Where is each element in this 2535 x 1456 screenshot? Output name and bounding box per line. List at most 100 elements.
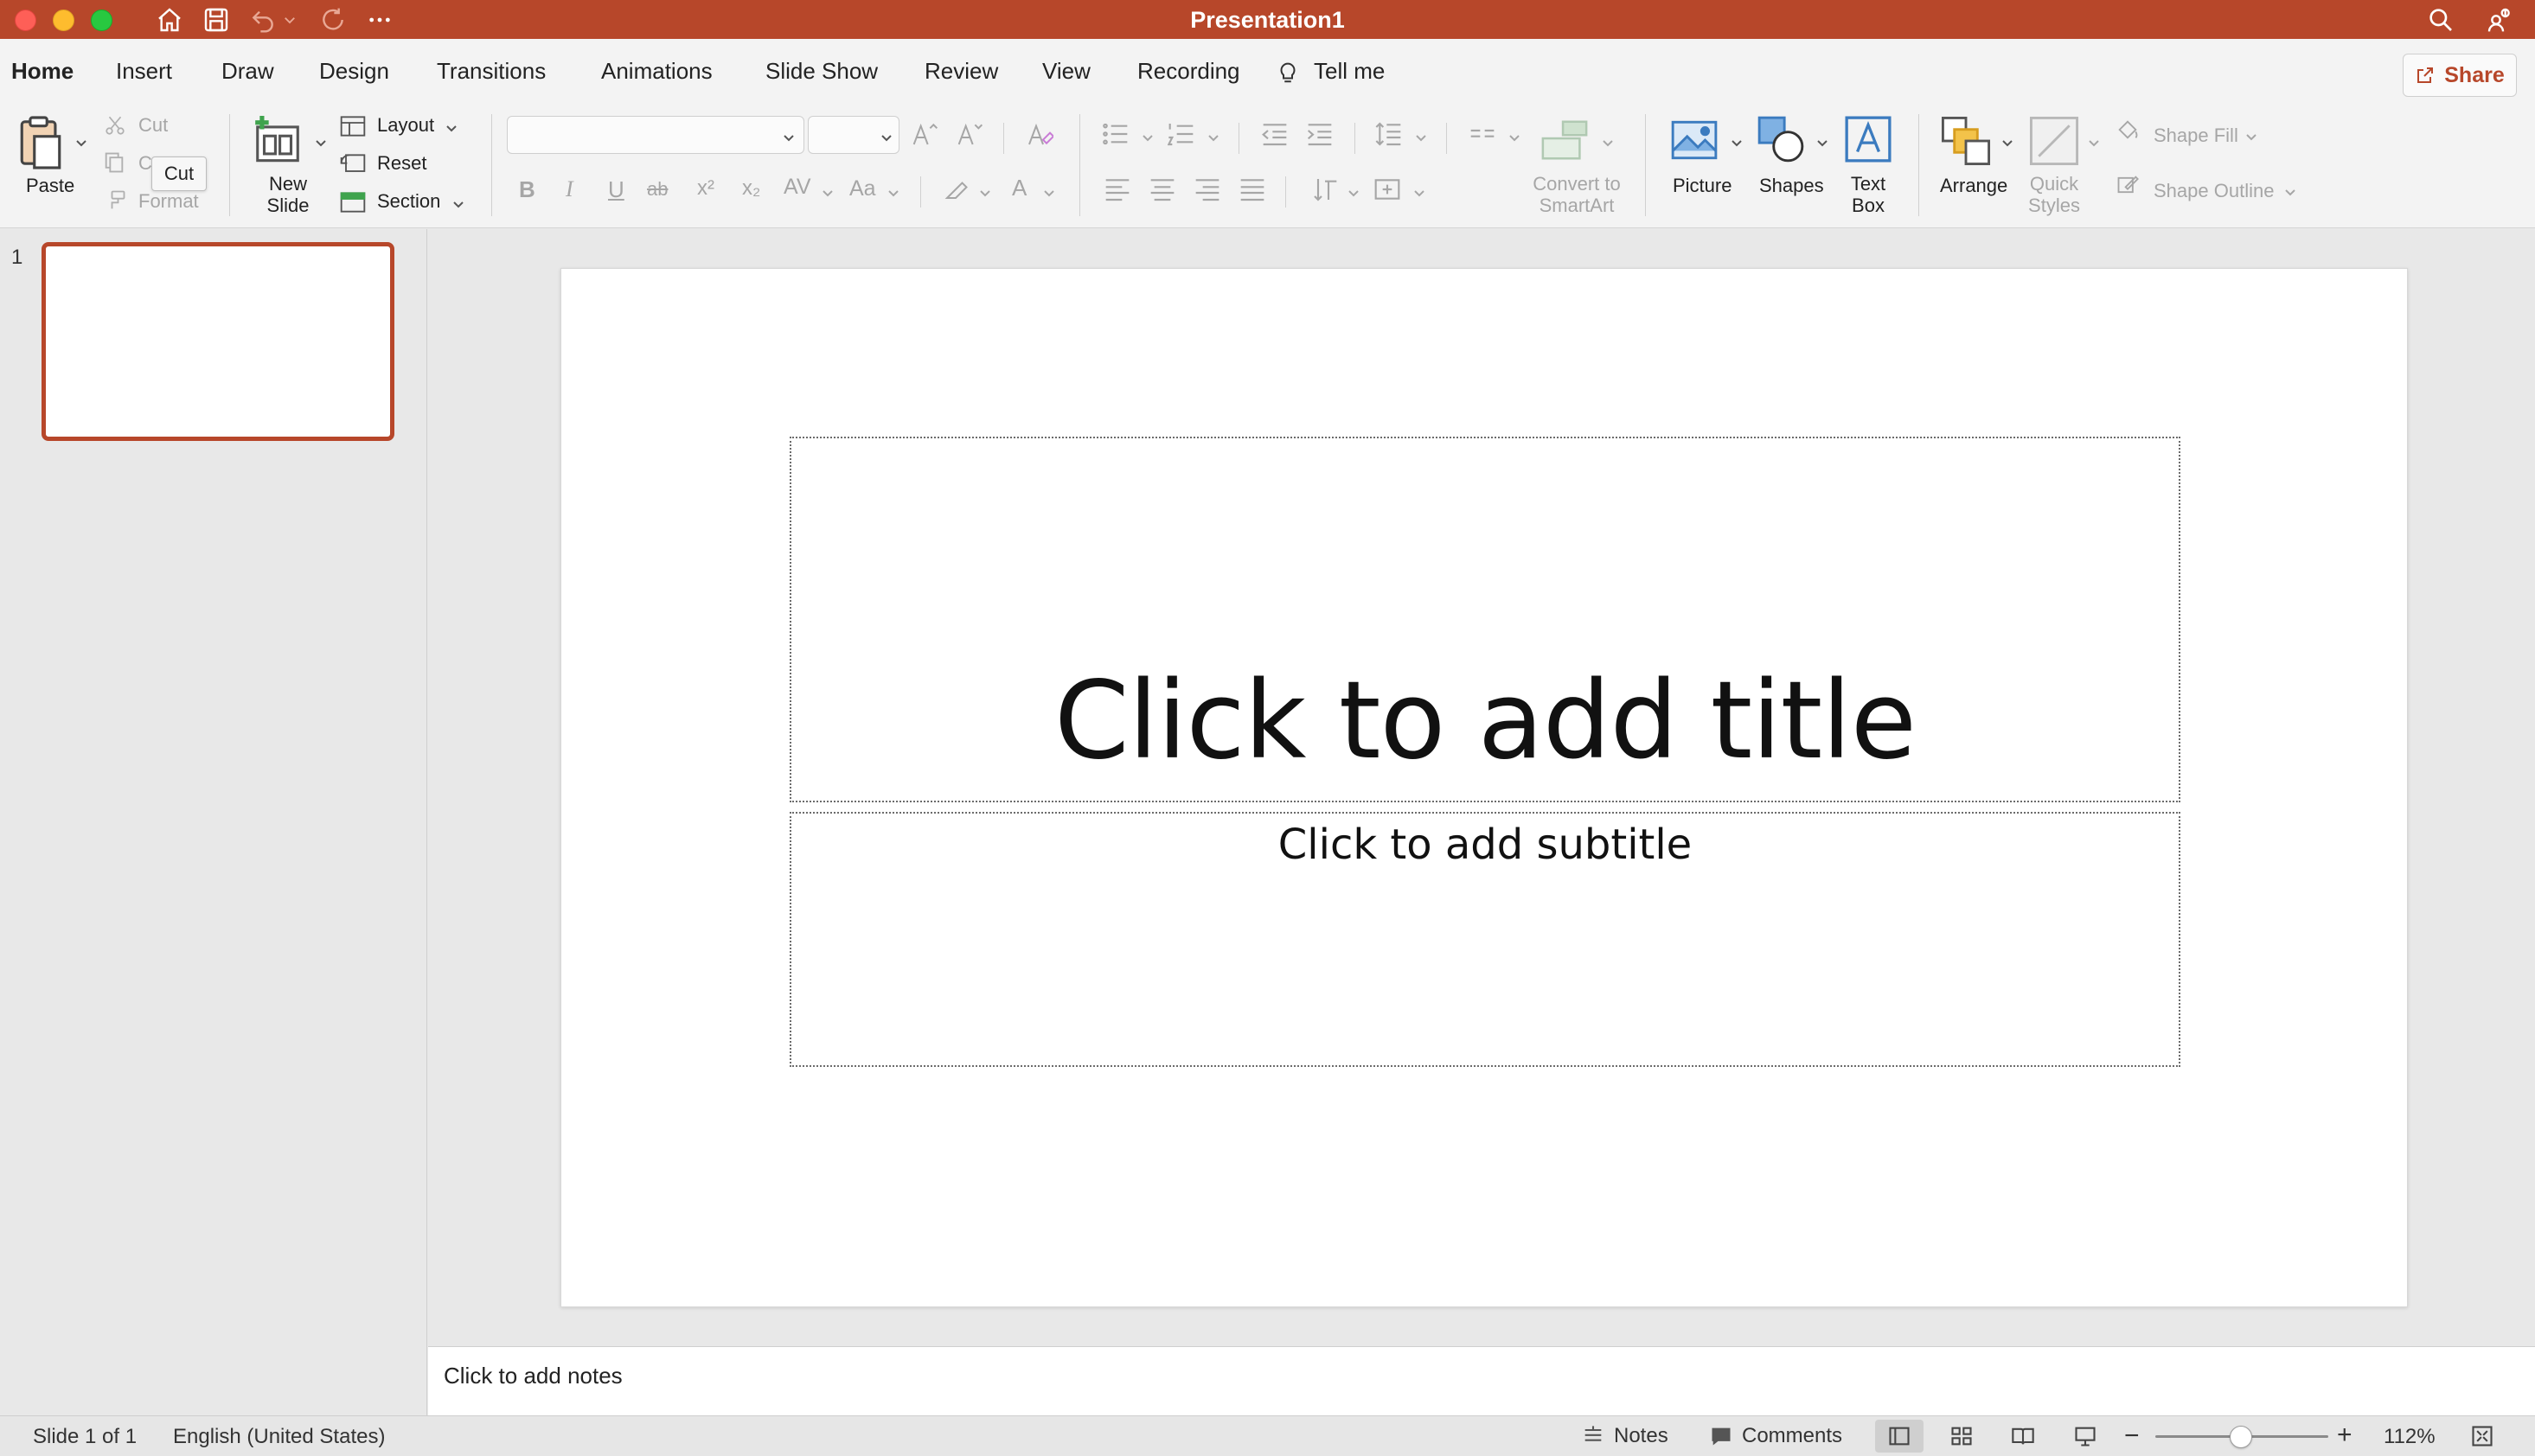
align-left-icon[interactable] (1104, 176, 1131, 202)
tell-me-search[interactable]: Tell me (1314, 58, 1385, 85)
format-painter-label[interactable]: Format (138, 190, 199, 213)
copy-icon[interactable] (102, 150, 126, 175)
change-case-button[interactable]: Aa (849, 176, 876, 201)
slide-show-view-button[interactable] (2061, 1420, 2109, 1453)
arrange-dropdown-icon[interactable] (2001, 137, 2013, 147)
shapes-icon[interactable] (1756, 114, 1806, 164)
bullets-icon[interactable] (1102, 121, 1130, 147)
share-button[interactable]: Share (2403, 54, 2517, 97)
arrange-label[interactable]: Arrange (1940, 175, 2007, 197)
columns-icon[interactable] (1469, 121, 1496, 147)
columns-dropdown-icon[interactable] (1508, 131, 1520, 142)
font-name-combo[interactable] (507, 116, 804, 154)
paste-label[interactable]: Paste (26, 175, 74, 197)
search-icon[interactable] (2425, 4, 2456, 35)
zoom-slider-handle[interactable] (2230, 1426, 2252, 1448)
language-status[interactable]: English (United States) (173, 1425, 385, 1449)
account-icon[interactable] (2484, 4, 2515, 35)
text-box-label[interactable]: Text Box (1839, 173, 1898, 216)
section-icon[interactable] (339, 190, 367, 214)
text-box-icon[interactable] (1842, 114, 1894, 164)
subtitle-placeholder[interactable]: Click to add subtitle (790, 812, 2180, 1067)
picture-dropdown-icon[interactable] (1731, 137, 1743, 147)
highlight-icon[interactable] (943, 176, 969, 202)
superscript-button[interactable]: x² (697, 176, 714, 201)
section-label[interactable]: Section (377, 190, 440, 213)
smartart-dropdown-icon[interactable] (1602, 137, 1614, 147)
font-name-dropdown-icon[interactable] (783, 131, 795, 142)
line-spacing-icon[interactable] (1375, 121, 1403, 147)
arrange-icon[interactable] (1939, 114, 1993, 168)
shape-fill-label[interactable]: Shape Fill (2154, 125, 2238, 147)
convert-to-smartart-label[interactable]: Convert to SmartArt (1520, 173, 1633, 216)
clear-formatting-icon[interactable] (1026, 121, 1053, 147)
new-slide-icon[interactable] (251, 116, 304, 169)
save-icon[interactable] (201, 4, 232, 35)
font-color-button[interactable]: A (1012, 175, 1027, 201)
copy-label[interactable]: C (138, 152, 152, 175)
increase-indent-icon[interactable] (1306, 121, 1334, 147)
section-dropdown-icon[interactable] (452, 198, 464, 208)
scissors-icon[interactable] (104, 113, 126, 137)
cut-label[interactable]: Cut (138, 114, 168, 137)
shape-outline-dropdown-icon[interactable] (2284, 186, 2296, 196)
tab-recording[interactable]: Recording (1137, 58, 1240, 85)
decrease-font-icon[interactable] (957, 121, 984, 147)
undo-dropdown-icon[interactable] (282, 4, 298, 35)
notes-pane[interactable]: Click to add notes (428, 1346, 2535, 1415)
layout-dropdown-icon[interactable] (445, 122, 458, 132)
notes-toggle-button[interactable]: Notes (1581, 1421, 1668, 1451)
align-text-icon[interactable] (1373, 176, 1401, 202)
shapes-label[interactable]: Shapes (1759, 175, 1824, 197)
decrease-indent-icon[interactable] (1261, 121, 1289, 147)
bullets-dropdown-icon[interactable] (1142, 131, 1154, 142)
numbering-dropdown-icon[interactable] (1207, 131, 1219, 142)
new-slide-dropdown-icon[interactable] (315, 137, 327, 147)
paste-dropdown-icon[interactable] (75, 137, 87, 147)
zoom-level[interactable]: 112% (2384, 1425, 2436, 1449)
text-direction-icon[interactable] (1311, 176, 1339, 202)
align-text-dropdown-icon[interactable] (1413, 187, 1425, 197)
tab-home[interactable]: Home (11, 58, 74, 85)
text-direction-dropdown-icon[interactable] (1348, 187, 1360, 197)
undo-icon[interactable] (247, 4, 278, 35)
underline-button[interactable]: U (608, 176, 624, 203)
tab-insert[interactable]: Insert (116, 58, 172, 85)
tab-animations[interactable]: Animations (601, 58, 713, 85)
comments-toggle-button[interactable]: Comments (1709, 1421, 1842, 1451)
slide[interactable]: Click to add title Click to add subtitle (560, 268, 2408, 1307)
increase-font-icon[interactable] (912, 121, 939, 147)
zoom-out-icon[interactable]: − (2124, 1421, 2140, 1451)
layout-icon[interactable] (339, 114, 367, 138)
highlight-dropdown-icon[interactable] (979, 187, 991, 197)
change-case-dropdown-icon[interactable] (887, 187, 899, 197)
picture-label[interactable]: Picture (1673, 175, 1732, 197)
font-size-dropdown-icon[interactable] (880, 131, 893, 142)
quick-styles-dropdown-icon[interactable] (2088, 137, 2100, 147)
title-placeholder[interactable]: Click to add title (790, 437, 2180, 802)
more-options-icon[interactable] (364, 4, 395, 35)
character-spacing-button[interactable]: AV (784, 175, 811, 200)
shape-outline-icon[interactable] (2116, 173, 2140, 197)
new-slide-label[interactable]: New Slide (259, 173, 317, 216)
numbering-icon[interactable] (1168, 121, 1195, 147)
slide-sorter-view-button[interactable] (1937, 1420, 1986, 1453)
fit-to-window-button[interactable] (2465, 1420, 2500, 1453)
quick-styles-label[interactable]: Quick Styles (2024, 173, 2084, 216)
strikethrough-button[interactable]: ab (647, 178, 668, 201)
normal-view-button[interactable] (1875, 1420, 1924, 1453)
shapes-dropdown-icon[interactable] (1816, 137, 1828, 147)
shape-fill-dropdown-icon[interactable] (2245, 131, 2257, 141)
font-color-dropdown-icon[interactable] (1043, 187, 1055, 197)
align-right-icon[interactable] (1194, 176, 1221, 202)
tab-draw[interactable]: Draw (221, 58, 274, 85)
paste-icon[interactable] (16, 112, 66, 173)
picture-icon[interactable] (1669, 118, 1719, 163)
maximize-window-button[interactable] (91, 10, 112, 31)
reset-icon[interactable] (339, 152, 367, 176)
italic-button[interactable]: I (566, 176, 573, 202)
shape-fill-icon[interactable] (2116, 118, 2140, 142)
tab-slide-show[interactable]: Slide Show (765, 58, 878, 85)
subscript-button[interactable]: x₂ (742, 176, 760, 201)
close-window-button[interactable] (15, 10, 36, 31)
